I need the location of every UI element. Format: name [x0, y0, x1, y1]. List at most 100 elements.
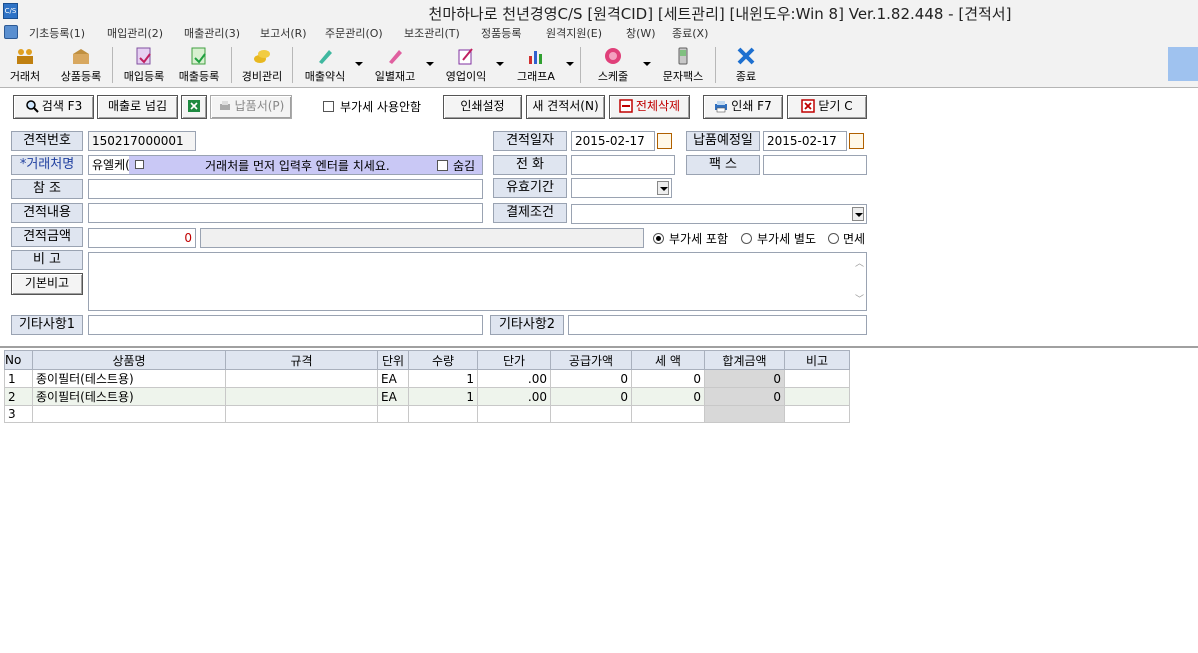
menu-window[interactable]: 창(W) — [626, 25, 656, 41]
close-button[interactable]: 닫기 C — [787, 95, 867, 119]
table-row[interactable]: 2 종이필터(테스트용) EA 1 .00 0 0 0 — [4, 387, 850, 406]
chevron-down-icon[interactable] — [657, 181, 669, 195]
validity-select[interactable] — [571, 178, 672, 198]
col-product[interactable]: 상품명 — [32, 350, 226, 370]
etc1-field[interactable] — [88, 315, 483, 335]
vat-separate-radio[interactable] — [741, 233, 752, 244]
cell-unit[interactable]: EA — [377, 387, 409, 406]
no-vat-checkbox[interactable] — [323, 101, 334, 112]
system-menu-icon[interactable] — [4, 25, 18, 39]
vat-include-radio[interactable] — [653, 233, 664, 244]
graph-button[interactable]: 그래프A — [509, 44, 563, 86]
menu-sales[interactable]: 매출관리(3) — [184, 25, 240, 41]
cell-qty[interactable]: 1 — [408, 387, 478, 406]
cell-spec[interactable] — [225, 369, 378, 388]
cell-note[interactable] — [784, 387, 850, 406]
profit-dropdown-icon[interactable] — [496, 62, 504, 66]
col-unit[interactable]: 단위 — [377, 350, 409, 370]
expense-button[interactable]: 경비관리 — [236, 44, 288, 86]
schedule-dropdown-icon[interactable] — [643, 62, 651, 66]
hide-checkbox[interactable] — [437, 160, 448, 171]
table-row[interactable]: 1 종이필터(테스트용) EA 1 .00 0 0 0 — [4, 369, 850, 388]
col-total[interactable]: 합계금액 — [704, 350, 785, 370]
exit-button[interactable]: 종료 — [724, 44, 768, 86]
col-no[interactable]: No — [4, 350, 33, 370]
cell-product[interactable]: 종이필터(테스트용) — [32, 369, 226, 388]
phone-field[interactable] — [571, 155, 675, 175]
search-button[interactable]: 검색 F3 — [13, 95, 94, 119]
etc2-field[interactable] — [568, 315, 867, 335]
cell-product[interactable] — [32, 405, 226, 423]
product-register-button[interactable]: 상품등록 — [55, 44, 107, 86]
delivery-note-button[interactable]: 납품서(P) — [210, 95, 292, 119]
cell-price[interactable]: .00 — [477, 387, 551, 406]
note-textarea[interactable]: ︿ ﹀ — [88, 252, 867, 311]
to-sales-button[interactable]: 매출로 넘김 — [97, 95, 178, 119]
quote-date-field[interactable]: 2015-02-17 — [571, 131, 655, 151]
col-qty[interactable]: 수량 — [408, 350, 478, 370]
cell-qty[interactable]: 1 — [408, 369, 478, 388]
payment-select[interactable] — [571, 204, 867, 224]
cell-supply[interactable]: 0 — [550, 387, 632, 406]
delete-all-button[interactable]: 전체삭제 — [609, 95, 690, 119]
sales-summary-button[interactable]: 매출약식 — [298, 44, 352, 86]
cell-tax[interactable] — [631, 405, 705, 423]
fax-field[interactable] — [763, 155, 867, 175]
col-note[interactable]: 비고 — [784, 350, 850, 370]
daily-stock-dropdown-icon[interactable] — [426, 62, 434, 66]
delivery-date-calendar-icon[interactable] — [849, 133, 864, 149]
cell-price[interactable] — [477, 405, 551, 423]
cell-unit[interactable]: EA — [377, 369, 409, 388]
col-price[interactable]: 단가 — [477, 350, 551, 370]
cell-product[interactable]: 종이필터(테스트용) — [32, 387, 226, 406]
menu-license[interactable]: 정품등록 — [481, 25, 521, 41]
quote-no-field[interactable]: 150217000001 — [88, 131, 196, 151]
scroll-up-icon[interactable]: ︿ — [855, 255, 864, 273]
chevron-down-icon[interactable] — [852, 207, 864, 221]
menu-remote[interactable]: 원격지원(E) — [546, 25, 602, 41]
graph-dropdown-icon[interactable] — [566, 62, 574, 66]
menu-exit[interactable]: 종료(X) — [672, 25, 708, 41]
cell-price[interactable]: .00 — [477, 369, 551, 388]
menu-order[interactable]: 주문관리(O) — [325, 25, 383, 41]
customer-button[interactable]: 거래처 — [4, 44, 46, 86]
cell-supply[interactable] — [550, 405, 632, 423]
quote-date-calendar-icon[interactable] — [657, 133, 672, 149]
cell-supply[interactable]: 0 — [550, 369, 632, 388]
cell-qty[interactable] — [408, 405, 478, 423]
scroll-down-icon[interactable]: ﹀ — [855, 291, 864, 309]
col-supply[interactable]: 공급가액 — [550, 350, 632, 370]
menu-aux[interactable]: 보조관리(T) — [404, 25, 460, 41]
sms-fax-button[interactable]: 문자팩스 — [656, 44, 710, 86]
content-field[interactable] — [88, 203, 483, 223]
sales-register-button[interactable]: 매출등록 — [173, 44, 225, 86]
amount-field[interactable]: 0 — [88, 228, 196, 248]
cell-note[interactable] — [784, 405, 850, 423]
sales-summary-dropdown-icon[interactable] — [355, 62, 363, 66]
cell-note[interactable] — [784, 369, 850, 388]
new-quote-button[interactable]: 새 견적서(N) — [526, 95, 605, 119]
schedule-button[interactable]: 스케줄 — [588, 44, 638, 86]
col-tax[interactable]: 세 액 — [631, 350, 705, 370]
cell-unit[interactable] — [377, 405, 409, 423]
daily-stock-button[interactable]: 일별재고 — [368, 44, 422, 86]
cell-tax[interactable]: 0 — [631, 369, 705, 388]
menu-purchase[interactable]: 매입관리(2) — [107, 25, 163, 41]
delivery-date-field[interactable]: 2015-02-17 — [763, 131, 847, 151]
cell-spec[interactable] — [225, 387, 378, 406]
menu-basic[interactable]: 기초등록(1) — [29, 25, 85, 41]
purchase-register-button[interactable]: 매입등록 — [118, 44, 170, 86]
basic-note-button[interactable]: 기본비고 — [11, 273, 83, 295]
print-settings-button[interactable]: 인쇄설정 — [443, 95, 522, 119]
cell-tax[interactable]: 0 — [631, 387, 705, 406]
tax-free-radio[interactable] — [828, 233, 839, 244]
col-spec[interactable]: 규격 — [225, 350, 378, 370]
print-button[interactable]: 인쇄 F7 — [703, 95, 783, 119]
close-x-icon — [737, 47, 755, 65]
menu-report[interactable]: 보고서(R) — [260, 25, 307, 41]
profit-button[interactable]: 영업이익 — [439, 44, 493, 86]
table-row[interactable]: 3 — [4, 405, 850, 423]
cell-spec[interactable] — [225, 405, 378, 423]
reference-field[interactable] — [88, 179, 483, 199]
excel-button[interactable] — [181, 95, 207, 119]
